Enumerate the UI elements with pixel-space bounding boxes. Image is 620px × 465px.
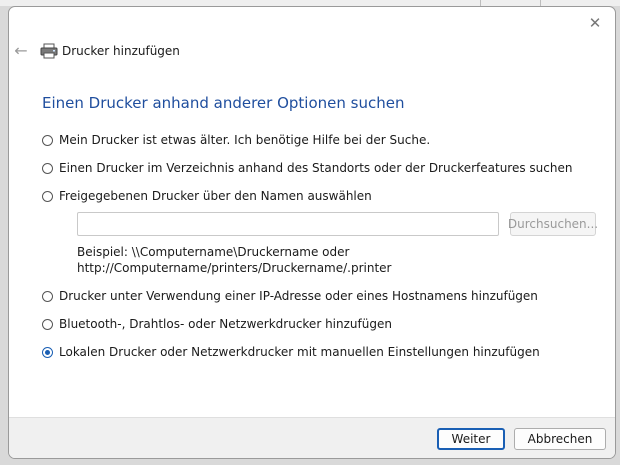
radio-button[interactable]: [42, 318, 53, 330]
radio-button[interactable]: [42, 290, 53, 302]
radio-button[interactable]: [42, 134, 53, 146]
option-directory-search[interactable]: Einen Drucker im Verzeichnis anhand des …: [42, 161, 572, 175]
option-bluetooth-wireless[interactable]: Bluetooth-, Drahtlos- oder Netzwerkdruck…: [42, 317, 392, 331]
option-local-manual[interactable]: Lokalen Drucker oder Netzwerkdrucker mit…: [42, 345, 540, 359]
close-icon: ✕: [588, 14, 602, 32]
printer-name-input[interactable]: [77, 212, 499, 236]
example-text-line1: Beispiel: \\Computername\Druckername ode…: [77, 245, 350, 259]
page-heading: Einen Drucker anhand anderer Optionen su…: [42, 94, 405, 112]
back-button[interactable]: ←: [12, 40, 30, 60]
browse-button: Durchsuchen...: [508, 212, 598, 236]
option-label: Freigegebenen Drucker über den Namen aus…: [59, 189, 372, 203]
radio-button[interactable]: [42, 190, 53, 202]
option-older-printer[interactable]: Mein Drucker ist etwas älter. Ich benöti…: [42, 133, 430, 147]
example-text-line2: http://Computername/printers/Druckername…: [77, 261, 392, 275]
option-shared-printer-by-name[interactable]: Freigegebenen Drucker über den Namen aus…: [42, 189, 372, 203]
option-label: Drucker unter Verwendung einer IP-Adress…: [59, 289, 538, 303]
close-button[interactable]: ✕: [581, 11, 609, 35]
dialog-title: Drucker hinzufügen: [62, 44, 180, 58]
option-label: Lokalen Drucker oder Netzwerkdrucker mit…: [59, 345, 540, 359]
option-label: Einen Drucker im Verzeichnis anhand des …: [59, 161, 573, 175]
option-label: Bluetooth-, Drahtlos- oder Netzwerkdruck…: [59, 317, 392, 331]
cancel-button[interactable]: Abbrechen: [514, 428, 606, 450]
printer-icon: [40, 43, 58, 59]
back-arrow-icon: ←: [14, 40, 28, 60]
radio-button[interactable]: [42, 162, 53, 174]
next-button[interactable]: Weiter: [437, 428, 505, 450]
option-label: Mein Drucker ist etwas älter. Ich benöti…: [59, 133, 431, 147]
option-ip-address[interactable]: Drucker unter Verwendung einer IP-Adress…: [42, 289, 538, 303]
radio-button-selected[interactable]: [42, 346, 53, 358]
add-printer-dialog: ✕ ← Drucker hinzufügen Einen Drucker anh…: [8, 6, 616, 459]
